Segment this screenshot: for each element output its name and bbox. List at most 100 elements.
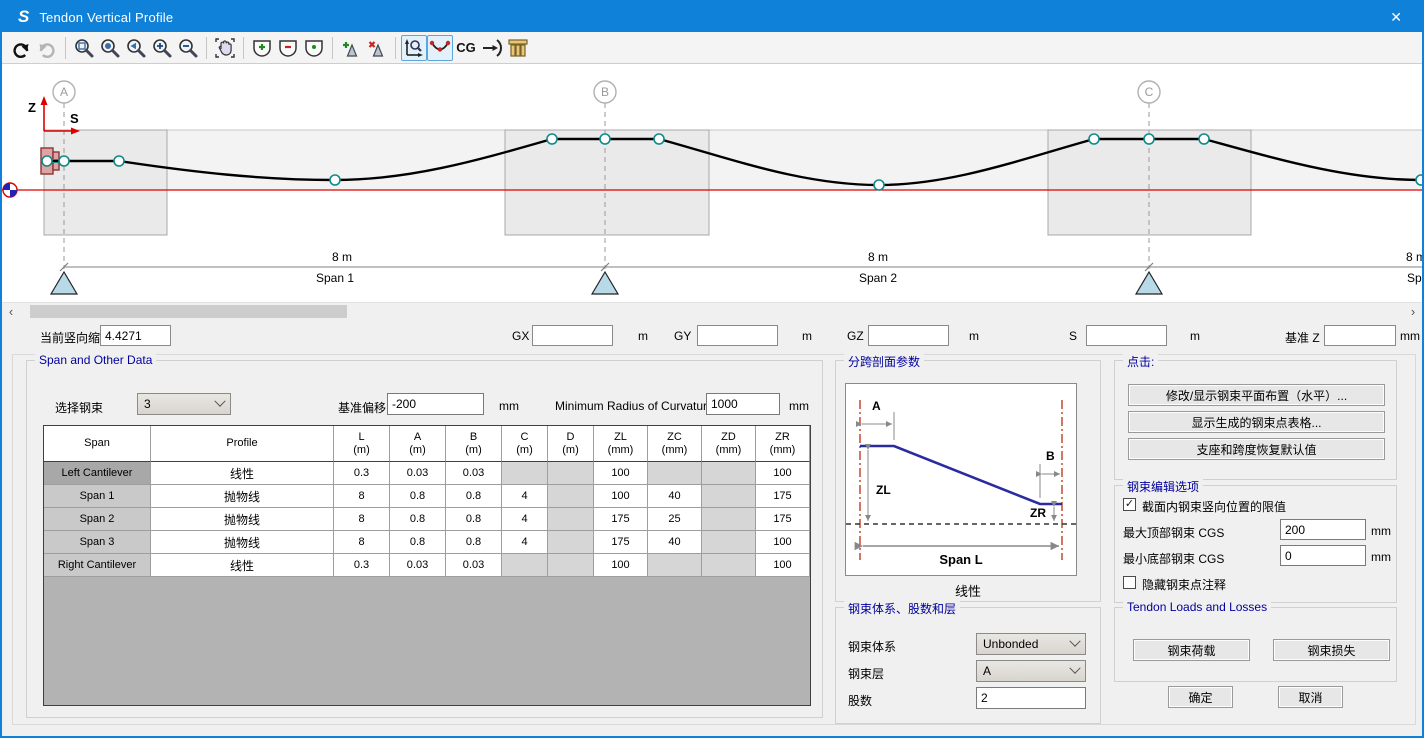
scroll-right-button[interactable]: › xyxy=(1404,303,1422,320)
show-add-icon[interactable] xyxy=(249,35,275,61)
table-cell[interactable]: 0.3 xyxy=(334,554,390,577)
table-cell[interactable]: 100 xyxy=(594,485,648,508)
limit-checkbox[interactable]: ✓ xyxy=(1123,498,1136,511)
restore-defaults-button[interactable]: 支座和跨度恢复默认值 xyxy=(1128,438,1385,460)
profile-canvas[interactable]: A B C Z S xyxy=(2,64,1422,302)
s-field[interactable] xyxy=(1086,325,1167,346)
tendon-point[interactable] xyxy=(42,156,52,166)
table-cell[interactable]: 0.03 xyxy=(390,554,446,577)
table-cell[interactable]: 175 xyxy=(756,485,810,508)
table-cell[interactable]: 8 xyxy=(334,485,390,508)
table-cell[interactable]: 175 xyxy=(594,531,648,554)
row-header[interactable]: Span 2 xyxy=(44,508,151,531)
table-cell[interactable]: 8 xyxy=(334,508,390,531)
table-cell[interactable]: 100 xyxy=(756,554,810,577)
table-cell[interactable]: 0.8 xyxy=(446,485,502,508)
table-cell[interactable]: 4 xyxy=(502,485,548,508)
table-cell[interactable]: 100 xyxy=(594,554,648,577)
gy-field[interactable] xyxy=(697,325,778,346)
tendon-point[interactable] xyxy=(59,156,69,166)
scroll-track[interactable] xyxy=(20,303,1404,320)
tendon-point[interactable] xyxy=(1144,134,1154,144)
table-cell[interactable]: 0.8 xyxy=(390,508,446,531)
show-tendon-points-table-button[interactable]: 显示生成的钢束点表格... xyxy=(1128,411,1385,433)
row-header[interactable]: Left Cantilever xyxy=(44,462,151,485)
show-point-icon[interactable] xyxy=(301,35,327,61)
modify-horizontal-layout-button[interactable]: 修改/显示钢束平面布置（水平）... xyxy=(1128,384,1385,406)
table-cell[interactable]: 0.03 xyxy=(390,462,446,485)
table-cell[interactable]: 0.8 xyxy=(390,485,446,508)
zoom-in-icon[interactable] xyxy=(149,35,175,61)
jump-to-icon[interactable] xyxy=(479,35,505,61)
profile-view-icon[interactable] xyxy=(401,35,427,61)
table-cell[interactable]: 0.3 xyxy=(334,462,390,485)
table-cell[interactable]: 100 xyxy=(756,531,810,554)
zoom-previous-icon[interactable] xyxy=(123,35,149,61)
min-bottom-cgs-field[interactable] xyxy=(1280,545,1366,566)
profile-cell[interactable]: 线性 xyxy=(151,554,334,577)
tendon-point[interactable] xyxy=(654,134,664,144)
row-header[interactable]: Right Cantilever xyxy=(44,554,151,577)
tendon-load-button[interactable]: 钢束荷载 xyxy=(1133,639,1250,661)
zoom-window-icon[interactable] xyxy=(71,35,97,61)
tendon-point[interactable] xyxy=(1089,134,1099,144)
scroll-thumb[interactable] xyxy=(30,305,347,318)
tendon-point[interactable] xyxy=(1199,134,1209,144)
table-cell[interactable]: 0.03 xyxy=(446,554,502,577)
hide-annotations-checkbox[interactable] xyxy=(1123,576,1136,589)
strands-field[interactable] xyxy=(976,687,1086,709)
section-table-icon[interactable] xyxy=(505,35,531,61)
tendon-points-view-icon[interactable] xyxy=(427,35,453,61)
base-offset-field[interactable] xyxy=(387,393,484,415)
table-cell[interactable]: 40 xyxy=(648,531,702,554)
ok-button[interactable]: 确定 xyxy=(1168,686,1233,708)
profile-cell[interactable]: 抛物线 xyxy=(151,531,334,554)
tendon-point[interactable] xyxy=(1416,175,1424,185)
table-cell[interactable]: 0.8 xyxy=(390,531,446,554)
table-cell[interactable]: 0.8 xyxy=(446,508,502,531)
redo-icon[interactable] xyxy=(34,35,60,61)
undo-icon[interactable] xyxy=(8,35,34,61)
vertical-scale-value[interactable] xyxy=(100,325,171,346)
delete-tendon-point-icon[interactable] xyxy=(364,35,390,61)
add-tendon-point-icon[interactable] xyxy=(338,35,364,61)
table-cell[interactable]: 0.8 xyxy=(446,531,502,554)
tendon-point[interactable] xyxy=(874,180,884,190)
pan-icon[interactable] xyxy=(212,35,238,61)
tendon-layer-select[interactable]: A xyxy=(976,660,1086,682)
tendon-select[interactable]: 3 xyxy=(137,393,231,415)
tendon-point[interactable] xyxy=(600,134,610,144)
tendon-loss-button[interactable]: 钢束损失 xyxy=(1273,639,1390,661)
max-top-cgs-field[interactable] xyxy=(1280,519,1366,540)
zoom-all-icon[interactable] xyxy=(97,35,123,61)
profile-cell[interactable]: 线性 xyxy=(151,462,334,485)
zoom-out-icon[interactable] xyxy=(175,35,201,61)
scroll-left-button[interactable]: ‹ xyxy=(2,303,20,320)
min-radius-field[interactable] xyxy=(706,393,780,415)
table-cell[interactable]: 25 xyxy=(648,508,702,531)
row-header[interactable]: Span 1 xyxy=(44,485,151,508)
table-cell[interactable]: 8 xyxy=(334,531,390,554)
base-z-field[interactable] xyxy=(1324,325,1396,346)
close-button[interactable]: ✕ xyxy=(1380,9,1412,26)
table-cell[interactable]: 175 xyxy=(756,508,810,531)
gx-field[interactable] xyxy=(532,325,613,346)
table-cell[interactable]: 40 xyxy=(648,485,702,508)
tendon-point[interactable] xyxy=(547,134,557,144)
table-cell[interactable]: 0.03 xyxy=(446,462,502,485)
table-cell[interactable]: 175 xyxy=(594,508,648,531)
cg-icon[interactable]: CG xyxy=(453,35,479,61)
table-cell[interactable]: 4 xyxy=(502,508,548,531)
show-remove-icon[interactable] xyxy=(275,35,301,61)
table-cell[interactable]: 100 xyxy=(756,462,810,485)
table-cell[interactable]: 100 xyxy=(594,462,648,485)
tendon-point[interactable] xyxy=(330,175,340,185)
tendon-point[interactable] xyxy=(114,156,124,166)
profile-cell[interactable]: 抛物线 xyxy=(151,485,334,508)
table-cell[interactable]: 4 xyxy=(502,531,548,554)
profile-cell[interactable]: 抛物线 xyxy=(151,508,334,531)
gz-field[interactable] xyxy=(868,325,949,346)
tendon-system-select[interactable]: Unbonded xyxy=(976,633,1086,655)
cancel-button[interactable]: 取消 xyxy=(1278,686,1343,708)
row-header[interactable]: Span 3 xyxy=(44,531,151,554)
